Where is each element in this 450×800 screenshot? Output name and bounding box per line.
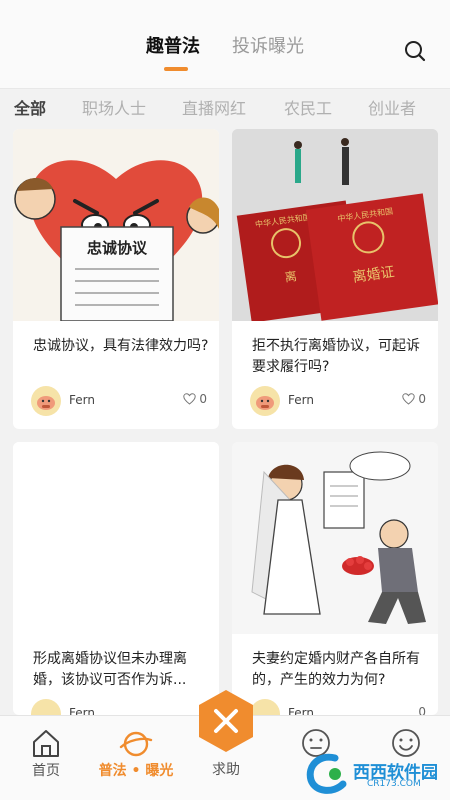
thumbnail-caption: 忠诚协议 [87,239,148,257]
help-button[interactable] [196,688,256,754]
author-name: Fern [288,706,314,715]
article-card[interactable]: 忠诚协议 忠诚协议，具有法律效力吗? Fern 0 [13,129,219,429]
author-name: Fern [69,706,95,715]
article-thumbnail: 忠诚协议 [13,129,219,321]
nav-help-label: 求助 [212,762,240,778]
header-tabs: 趣普法 投诉曝光 [0,32,450,62]
author-row: Fern 0 [250,699,426,715]
category-all[interactable]: 全部 [14,95,46,119]
nav-home-label: 首页 [32,763,60,779]
like-count: 0 [199,392,207,406]
author-row: Fern 0 [250,386,426,416]
article-title: 忠诚协议，具有法律效力吗? [33,338,209,354]
category-bar: 全部 职场人士 直播网红 农民工 创业者 [0,88,450,128]
heart-icon [183,393,197,405]
svg-text:离: 离 [284,268,298,285]
article-thumbnail [232,442,438,634]
author-row: Fern 0 [31,386,207,416]
category-live-streamer[interactable]: 直播网红 [182,95,246,119]
category-entrepreneur[interactable]: 创业者 [368,95,416,119]
top-header: 趣普法 投诉曝光 [0,0,450,88]
active-tab-indicator [164,67,188,71]
nav-pufa-exposure[interactable]: 普法 • 曝光 [88,716,184,800]
like-count: 0 [418,392,426,406]
like-button[interactable]: 0 [183,392,207,406]
watermark-logo-icon [306,753,347,794]
article-card[interactable]: 中华人民共和国 离 中华人民共和国 离婚证 拒不执行离婚协议，可起诉要求履行吗? [232,129,438,429]
article-title: 拒不执行离婚协议，可起诉要求履行吗? [252,338,420,375]
tab-complaint-exposure[interactable]: 投诉曝光 [232,32,304,58]
avatar[interactable] [31,699,61,715]
author-row: Fern 0 [31,699,207,715]
heart-icon [402,393,416,405]
home-icon [33,730,59,757]
avatar[interactable] [250,386,280,416]
piggy-avatar-icon [256,396,274,410]
like-count: 0 [418,705,426,715]
article-title: 形成离婚协议但未办理离婚，该协议可否作为诉... [33,651,187,688]
article-thumbnail: 中华人民共和国 离 中华人民共和国 离婚证 [232,129,438,321]
piggy-avatar-icon [37,396,55,410]
category-migrant-worker[interactable]: 农民工 [284,95,332,119]
nav-home[interactable]: 首页 [16,716,76,800]
search-icon [405,41,426,62]
category-workplace[interactable]: 职场人士 [82,95,146,119]
author-name: Fern [288,393,314,407]
author-name: Fern [69,393,95,407]
like-button[interactable]: 0 [402,392,426,406]
watermark: 西西软件园 CR173.COM [305,752,445,794]
avatar[interactable] [31,386,61,416]
planet-icon [119,731,153,757]
article-thumbnail [13,442,219,634]
search-button[interactable] [402,38,428,64]
like-button[interactable]: 0 [418,705,426,715]
tab-qu-pufa[interactable]: 趣普法 [146,32,200,58]
watermark-subtext: CR173.COM [367,779,421,789]
article-title: 夫妻约定婚内财产各自所有的，产生的效力为何? [252,651,420,688]
article-card[interactable]: 形成离婚协议但未办理离婚，该协议可否作为诉... Fern 0 [13,442,219,715]
article-card[interactable]: 夫妻约定婚内财产各自所有的，产生的效力为何? Fern 0 [232,442,438,715]
nav-pufa-exposure-label: 普法 • 曝光 [98,763,174,779]
